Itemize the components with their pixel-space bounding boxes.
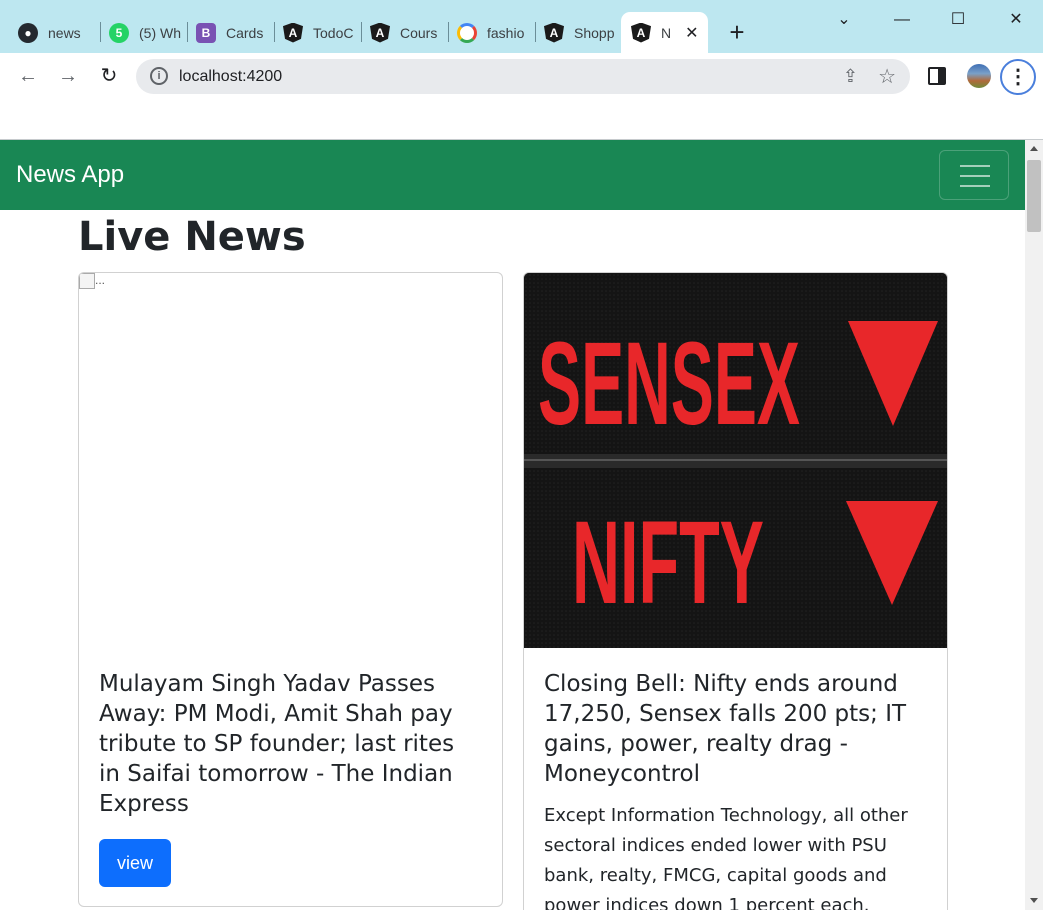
- card-title: Closing Bell: Nifty ends around 17,250, …: [544, 671, 907, 787]
- hamburger-icon: [960, 165, 990, 167]
- site-info-icon[interactable]: i: [150, 67, 168, 85]
- maximize-button[interactable]: ☐: [935, 8, 981, 32]
- close-window-button[interactable]: ✕: [993, 8, 1039, 32]
- profile-avatar[interactable]: [967, 64, 991, 88]
- view-button[interactable]: view: [99, 839, 171, 887]
- bookmark-star-icon[interactable]: ☆: [878, 64, 896, 89]
- url-text[interactable]: localhost:4200: [179, 68, 282, 86]
- kebab-menu-icon[interactable]: ⋮: [1000, 59, 1036, 95]
- page-viewport: News App Live News ... Mulayam Singh Yad…: [0, 140, 1025, 910]
- card-title: Mulayam Singh Yadav Passes Away: PM Modi…: [99, 671, 455, 817]
- tab-title: (5) Wh: [139, 24, 181, 41]
- nifty-text: NIFTY: [572, 497, 764, 629]
- tab-strip: ● news 5 (5) Wh B Cards A TodoC A Cours …: [0, 0, 1043, 53]
- image-alt-text: ...: [95, 273, 106, 287]
- whatsapp-icon: 5: [109, 22, 129, 43]
- scroll-down-arrow-icon[interactable]: [1030, 898, 1038, 903]
- tab-courses[interactable]: A Cours: [352, 12, 448, 53]
- tab-whatsapp[interactable]: 5 (5) Wh: [91, 12, 187, 53]
- news-card: ... Mulayam Singh Yadav Passes Away: PM …: [78, 272, 503, 907]
- bootstrap-icon: B: [196, 22, 216, 43]
- tab-fashion[interactable]: G fashio: [439, 12, 535, 53]
- card-body: Mulayam Singh Yadav Passes Away: PM Modi…: [99, 669, 482, 887]
- navbar: News App: [0, 140, 1025, 210]
- tab-todo[interactable]: A TodoC: [265, 12, 361, 53]
- angular-icon: A: [631, 22, 651, 43]
- scroll-up-arrow-icon[interactable]: [1030, 146, 1038, 151]
- tab-title: news: [48, 24, 81, 41]
- news-card: SENSEX NIFTY Closing Bell: Nifty ends ar…: [523, 272, 948, 910]
- tab-close-icon[interactable]: ✕: [685, 23, 698, 43]
- tab-title: TodoC: [313, 24, 354, 41]
- broken-image-placeholder: [79, 273, 95, 289]
- navbar-brand[interactable]: News App: [16, 161, 124, 189]
- tab-shopping[interactable]: A Shopp: [526, 12, 620, 53]
- page-title: Live News: [78, 214, 306, 260]
- broken-image-icon: ...: [79, 273, 105, 289]
- card-description: Except Information Technology, all other…: [544, 805, 908, 910]
- tab-title: fashio: [487, 24, 525, 41]
- tab-news[interactable]: ● news: [0, 12, 100, 53]
- navbar-toggler-button[interactable]: [939, 150, 1009, 200]
- address-bar[interactable]: i localhost:4200 ⇪ ☆: [136, 59, 910, 94]
- browser-toolbar: ← → ↻ i localhost:4200 ⇪ ☆ ⋮: [0, 53, 1043, 99]
- tab-title: Cards: [226, 24, 264, 41]
- scrollbar-thumb[interactable]: [1027, 160, 1041, 232]
- back-arrow-icon[interactable]: ←: [13, 61, 43, 91]
- card-image: SENSEX NIFTY: [524, 273, 947, 648]
- minimize-button[interactable]: —: [879, 8, 925, 32]
- card-body: Closing Bell: Nifty ends around 17,250, …: [544, 669, 927, 910]
- tab-news-app-active[interactable]: A N ✕: [621, 12, 708, 53]
- page-scrollbar[interactable]: [1025, 140, 1043, 910]
- hamburger-icon: [960, 185, 990, 187]
- github-icon: ●: [18, 22, 38, 43]
- tab-title: Shopp: [574, 24, 615, 41]
- tab-search-icon[interactable]: ⌄: [821, 8, 867, 32]
- angular-icon: A: [544, 22, 564, 43]
- angular-icon: A: [370, 22, 390, 43]
- new-tab-button[interactable]: +: [724, 18, 750, 46]
- google-icon: G: [457, 22, 477, 43]
- angular-icon: A: [283, 22, 303, 43]
- tab-cards[interactable]: B Cards: [178, 12, 274, 53]
- tab-title: Cours: [400, 24, 438, 41]
- tab-title: N: [661, 24, 672, 41]
- sensex-text: SENSEX: [538, 318, 800, 450]
- sensex-nifty-graphic: SENSEX NIFTY: [524, 273, 947, 648]
- forward-arrow-icon[interactable]: →: [53, 61, 83, 91]
- reload-icon[interactable]: ↻: [94, 61, 124, 91]
- side-panel-icon[interactable]: [928, 67, 946, 85]
- share-icon[interactable]: ⇪: [843, 66, 858, 87]
- hamburger-icon: [960, 175, 990, 177]
